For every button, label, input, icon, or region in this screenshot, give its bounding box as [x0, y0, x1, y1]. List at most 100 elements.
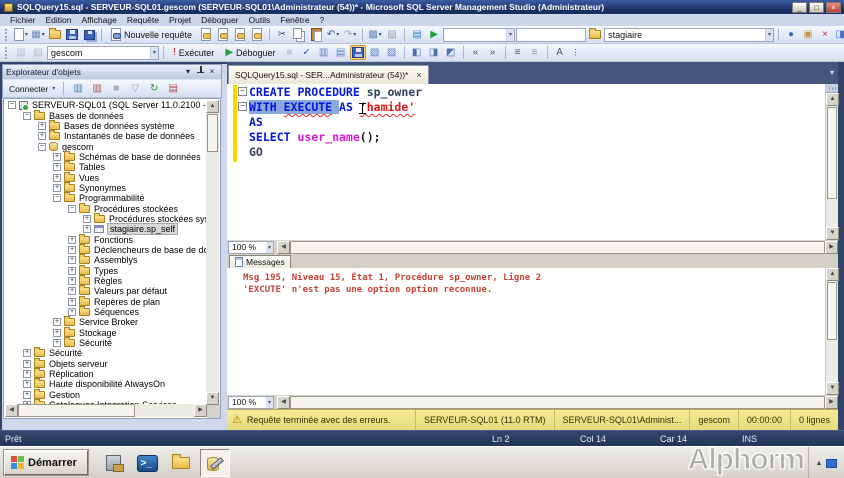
results-to-text-icon[interactable]: ◧ [409, 45, 425, 60]
start-button[interactable]: Démarrer [4, 450, 88, 475]
tree-item-8[interactable]: + Synonymes [5, 181, 207, 193]
toolbar-grip[interactable] [5, 28, 9, 41]
expand-icon[interactable]: + [68, 277, 76, 286]
tree-item-7[interactable]: + Vues [5, 171, 207, 183]
scrollbar-thumb[interactable] [827, 282, 837, 340]
tree-item-16[interactable]: + Types [5, 264, 207, 276]
splitter-handle[interactable] [826, 84, 838, 93]
tree-item-6[interactable]: + Tables [5, 161, 207, 172]
activity-monitor-icon[interactable]: ▤ [409, 27, 425, 42]
new-analysis-services-query-icon[interactable] [215, 27, 231, 42]
expand-icon[interactable]: + [83, 225, 91, 234]
menu-item-7[interactable]: Fenêtre [275, 15, 314, 25]
web-browser-icon[interactable]: ◨▾ [834, 27, 844, 42]
scroll-up-icon[interactable]: ▲ [826, 93, 839, 106]
toolbar-overflow-button[interactable]: ⋮ [569, 48, 583, 57]
connect-server-icon[interactable]: ▥ [70, 81, 86, 96]
tree-item-20[interactable]: + Séquences [5, 306, 207, 317]
new-xmla-query-icon[interactable] [249, 27, 265, 42]
tree-item-12[interactable]: + stagiaire.sp_self [5, 223, 207, 236]
cancel-query-icon[interactable]: ■ [282, 45, 298, 60]
stop-icon[interactable]: ■ [108, 81, 124, 96]
scroll-up-icon[interactable]: ▲ [206, 100, 219, 113]
results-to-file-icon[interactable]: ◩ [443, 45, 459, 60]
scroll-down-icon[interactable]: ▼ [826, 382, 839, 395]
minimize-button[interactable]: _ [792, 1, 807, 13]
filter-icon[interactable]: ▽ [127, 81, 143, 96]
restore-button[interactable]: □ [809, 1, 824, 13]
outline-collapse-icon[interactable]: − [238, 87, 247, 96]
recent-connections-icon[interactable] [587, 27, 603, 42]
include-client-statistics-icon[interactable]: ▧ [367, 45, 383, 60]
tab-list-dropdown-icon[interactable]: ▾ [830, 68, 834, 77]
scroll-right-icon[interactable]: ▶ [825, 240, 838, 254]
decrease-indent-icon[interactable]: « [468, 45, 484, 60]
menu-item-8[interactable]: ? [315, 15, 330, 25]
window-position-icon[interactable]: ▾ [182, 67, 194, 77]
cut-icon[interactable]: ✂ [274, 27, 290, 42]
expand-icon[interactable]: + [53, 152, 61, 161]
expand-icon[interactable]: + [23, 370, 31, 379]
properties-window-icon[interactable]: ▨ [384, 27, 400, 42]
change-connection-icon[interactable]: ▧ [30, 45, 46, 60]
object-explorer-header[interactable]: Explorateur d'objets ▾ × [2, 64, 222, 79]
scrollbar-thumb[interactable] [290, 395, 825, 409]
taskbar-server-manager-icon[interactable] [100, 451, 126, 475]
menu-item-1[interactable]: Edition [41, 15, 77, 25]
collapse-icon[interactable]: − [53, 194, 61, 203]
connect-button[interactable]: Connecter ▾ [7, 84, 57, 94]
system-tray[interactable]: ▲ [808, 447, 844, 478]
connect-query-icon[interactable]: ▥ [13, 45, 29, 60]
tree-item-17[interactable]: + Règles [5, 275, 207, 286]
menu-item-6[interactable]: Outils [244, 15, 276, 25]
specify-template-values-icon[interactable]: ▥ [316, 45, 332, 60]
tree-item-9[interactable]: − Programmabilité [5, 192, 207, 203]
outline-collapse-icon[interactable]: − [238, 102, 247, 111]
tree-item-22[interactable]: + Stockage [5, 326, 207, 338]
tree-item-18[interactable]: + Valeurs par défaut [5, 285, 207, 296]
tree-item-21[interactable]: + Service Broker [5, 316, 207, 327]
expand-icon[interactable]: + [23, 349, 31, 358]
include-actual-plan-icon[interactable] [349, 45, 366, 60]
scrollbar-thumb[interactable] [827, 107, 837, 199]
paste-icon[interactable] [308, 27, 324, 42]
expand-icon[interactable]: + [68, 297, 76, 306]
redo-icon[interactable]: ↷ ▾ [342, 27, 358, 42]
new-mdx-query-icon[interactable] [232, 27, 248, 42]
expand-icon[interactable]: + [53, 318, 61, 327]
font-size-icon[interactable]: A [552, 45, 568, 60]
scrollbar-thumb[interactable] [18, 404, 136, 417]
toolbar-search-field[interactable] [516, 27, 587, 42]
tab-messages[interactable]: Messages [229, 255, 291, 268]
menu-item-2[interactable]: Affichage [77, 15, 122, 25]
connect-object-explorer-icon[interactable]: ▦ ▾ [30, 27, 46, 42]
uncomment-lines-icon[interactable]: ≡ [527, 45, 543, 60]
expand-icon[interactable]: + [68, 256, 76, 265]
close-panel-icon[interactable]: × [206, 67, 218, 77]
tree-item-15[interactable]: + Assemblys [5, 254, 207, 265]
toolbar-grip[interactable] [5, 46, 9, 59]
new-query-button[interactable]: Nouvelle requête [106, 27, 197, 43]
scroll-left-icon[interactable]: ◀ [5, 404, 18, 417]
save-all-icon[interactable] [81, 27, 97, 42]
expand-icon[interactable]: + [53, 173, 61, 182]
expand-icon[interactable]: + [23, 390, 31, 399]
expand-icon[interactable]: + [68, 245, 76, 254]
menu-item-4[interactable]: Projet [164, 15, 196, 25]
template-explorer-icon[interactable]: ▣ [800, 27, 816, 42]
tree-item-3[interactable]: + Instantanés de base de données [5, 130, 207, 141]
results-to-grid-icon[interactable]: ◨ [426, 45, 442, 60]
tree-item-19[interactable]: + Repères de plan [5, 295, 207, 307]
scrollbar-thumb[interactable] [290, 240, 825, 254]
debug-location-combo[interactable]: ▾ [443, 27, 516, 42]
tree-item-2[interactable]: + Bases de données système [5, 119, 207, 131]
object-search-icon[interactable]: ● [783, 27, 799, 42]
zoom-level-combo[interactable]: 100 % ▾ [228, 240, 274, 254]
tree-item-14[interactable]: + Déclencheurs de base de données [5, 243, 207, 255]
tab-close-icon[interactable]: × [416, 70, 421, 80]
tree-item-13[interactable]: + Fonctions [5, 233, 207, 245]
pin-icon[interactable] [194, 66, 206, 78]
save-icon[interactable] [64, 27, 80, 42]
messages-vertical-scrollbar[interactable]: ▲ ▼ [825, 268, 839, 395]
expand-icon[interactable]: + [68, 308, 76, 317]
